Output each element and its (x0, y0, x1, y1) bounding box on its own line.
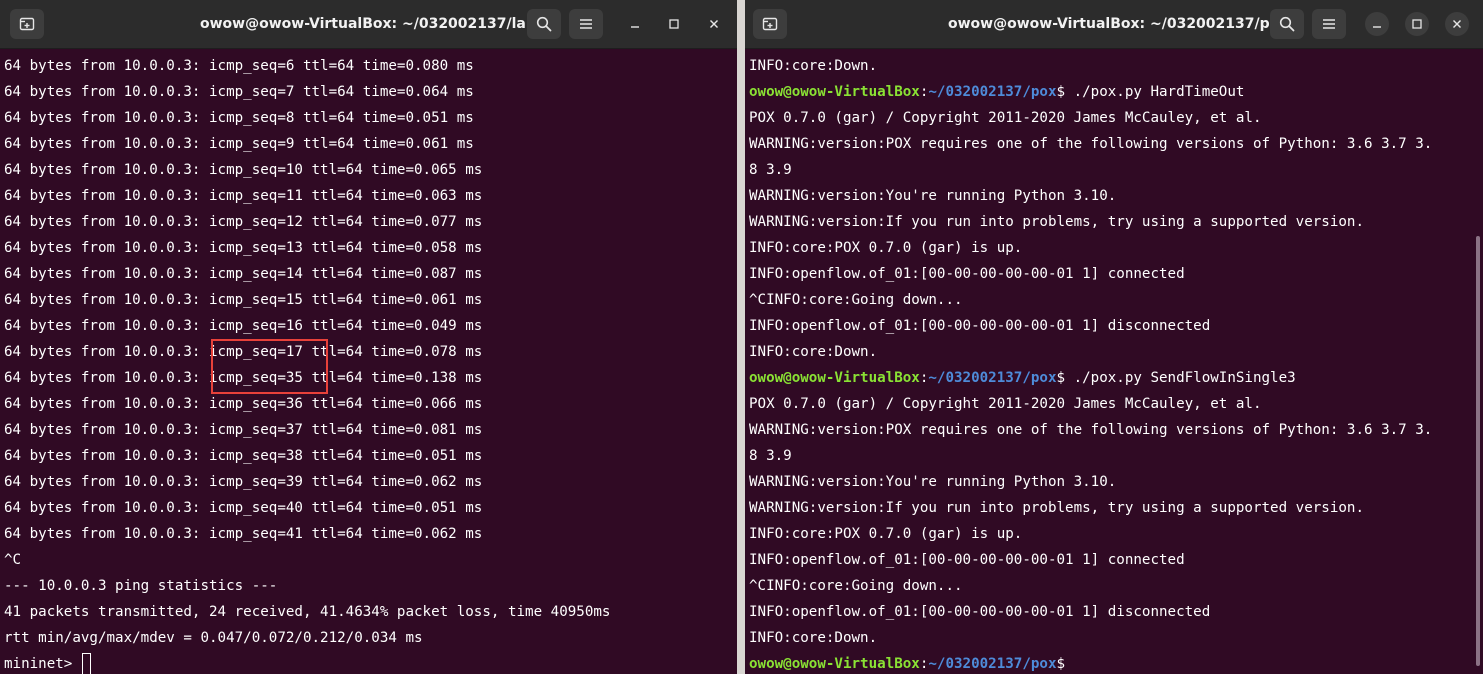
output-line: 64 bytes from 10.0.0.3: icmp_seq=13 ttl=… (4, 240, 483, 256)
maximize-button-left[interactable] (662, 12, 686, 36)
output-line: 64 bytes from 10.0.0.3: icmp_seq=10 ttl=… (4, 162, 483, 178)
output-line: INFO:openflow.of_01:[00-00-00-00-00-01 1… (749, 318, 1211, 334)
prompt-dollar: $ (1056, 656, 1066, 672)
close-button-left[interactable] (702, 12, 726, 36)
prompt-path: ~/032002137/pox (928, 656, 1057, 672)
prompt-dollar: $ (1056, 84, 1066, 100)
output-line: INFO:core:Down. (749, 630, 878, 646)
terminal-output-left[interactable]: 64 bytes from 10.0.0.3: icmp_seq=6 ttl=6… (0, 52, 737, 674)
maximize-icon (1412, 19, 1422, 29)
output-line: WARNING:version:If you run into problems… (749, 214, 1364, 230)
minimize-button-left[interactable] (623, 12, 647, 36)
prompt-user: owow@owow-VirtualBox (749, 370, 920, 386)
output-line: 64 bytes from 10.0.0.3: icmp_seq=38 ttl=… (4, 448, 483, 464)
output-line: 64 bytes from 10.0.0.3: icmp_seq=16 ttl=… (4, 318, 483, 334)
output-line: 64 bytes from 10.0.0.3: icmp_seq=40 ttl=… (4, 500, 483, 516)
close-icon (1453, 20, 1461, 28)
output-line: ^C (4, 552, 22, 568)
minimize-icon (631, 26, 639, 28)
scrollbar-thumb-right[interactable] (1476, 236, 1480, 666)
hamburger-menu-icon (1323, 19, 1335, 29)
new-tab-button-right[interactable] (753, 9, 787, 39)
prompt-user: owow@owow-VirtualBox (749, 84, 920, 100)
search-button-right[interactable] (1270, 9, 1304, 39)
output-line: 64 bytes from 10.0.0.3: icmp_seq=14 ttl=… (4, 266, 483, 282)
output-line: 8 3.9 (749, 448, 792, 464)
output-line: 64 bytes from 10.0.0.3: icmp_seq=8 ttl=6… (4, 110, 474, 126)
output-line: INFO:openflow.of_01:[00-00-00-00-00-01 1… (749, 604, 1211, 620)
prompt-path: ~/032002137/pox (928, 370, 1057, 386)
output-line: --- 10.0.0.3 ping statistics --- (4, 578, 278, 594)
search-icon (1279, 16, 1295, 32)
output-line: 64 bytes from 10.0.0.3: icmp_seq=6 ttl=6… (4, 58, 474, 74)
titlebar-left[interactable]: owow@owow-VirtualBox: ~/032002137/lab5 (0, 0, 737, 49)
window-title-right: owow@owow-VirtualBox: ~/032002137/pox (948, 16, 1289, 32)
output-line: INFO:core:Down. (749, 344, 878, 360)
output-line: WARNING:version:POX requires one of the … (749, 136, 1433, 152)
command-text: ./pox.py HardTimeOut (1065, 84, 1245, 100)
output-line: ^CINFO:core:Going down... (749, 578, 963, 594)
prompt-line: owow@owow-VirtualBox:~/032002137/pox$ (749, 651, 1065, 674)
output-line: 64 bytes from 10.0.0.3: icmp_seq=15 ttl=… (4, 292, 483, 308)
output-line: WARNING:version:You're running Python 3.… (749, 188, 1117, 204)
output-line: WARNING:version:You're running Python 3.… (749, 474, 1117, 490)
output-line: POX 0.7.0 (gar) / Copyright 2011-2020 Ja… (749, 110, 1262, 126)
output-line: INFO:core:POX 0.7.0 (gar) is up. (749, 526, 1023, 542)
prompt-line: owow@owow-VirtualBox:~/032002137/pox$ ./… (749, 79, 1244, 105)
output-line: INFO:openflow.of_01:[00-00-00-00-00-01 1… (749, 266, 1185, 282)
new-tab-button-left[interactable] (10, 9, 44, 39)
output-line: 41 packets transmitted, 24 received, 41.… (4, 604, 611, 620)
hamburger-menu-icon (580, 19, 592, 29)
output-line: 64 bytes from 10.0.0.3: icmp_seq=9 ttl=6… (4, 136, 474, 152)
mininet-prompt: mininet> (4, 656, 81, 672)
output-line: INFO:core:POX 0.7.0 (gar) is up. (749, 240, 1023, 256)
highlight-box (211, 339, 328, 394)
output-line: INFO:core:Down. (749, 58, 878, 74)
output-line: ^CINFO:core:Going down... (749, 292, 963, 308)
output-line: 64 bytes from 10.0.0.3: icmp_seq=41 ttl=… (4, 526, 483, 542)
minimize-button-right[interactable] (1365, 12, 1389, 36)
prompt-path: ~/032002137/pox (928, 84, 1057, 100)
new-tab-icon (19, 17, 35, 31)
output-line: rtt min/avg/max/mdev = 0.047/0.072/0.212… (4, 630, 423, 646)
window-title-left: owow@owow-VirtualBox: ~/032002137/lab5 (200, 16, 546, 32)
titlebar-right[interactable]: owow@owow-VirtualBox: ~/032002137/pox (745, 0, 1483, 49)
output-line: 64 bytes from 10.0.0.3: icmp_seq=37 ttl=… (4, 422, 483, 438)
output-line: 64 bytes from 10.0.0.3: icmp_seq=11 ttl=… (4, 188, 483, 204)
search-icon (536, 16, 552, 32)
text-cursor (81, 652, 91, 674)
output-line: 64 bytes from 10.0.0.3: icmp_seq=36 ttl=… (4, 396, 483, 412)
output-line: INFO:openflow.of_01:[00-00-00-00-00-01 1… (749, 552, 1185, 568)
output-line: POX 0.7.0 (gar) / Copyright 2011-2020 Ja… (749, 396, 1262, 412)
close-icon (710, 20, 718, 28)
output-line: 64 bytes from 10.0.0.3: icmp_seq=39 ttl=… (4, 474, 483, 490)
menu-button-left[interactable] (569, 9, 603, 39)
prompt-user: owow@owow-VirtualBox (749, 656, 920, 672)
maximize-icon (669, 19, 679, 29)
menu-button-right[interactable] (1312, 9, 1346, 39)
terminal-window-right[interactable]: owow@owow-VirtualBox: ~/032002137/pox IN… (745, 0, 1483, 674)
terminal-output-right[interactable]: INFO:core:Down. owow@owow-VirtualBox:~/03… (745, 52, 1483, 674)
prompt-dollar: $ (1056, 370, 1066, 386)
minimize-icon (1373, 26, 1381, 28)
prompt-line: owow@owow-VirtualBox:~/032002137/pox$ ./… (749, 365, 1296, 391)
output-line: WARNING:version:POX requires one of the … (749, 422, 1433, 438)
close-button-right[interactable] (1445, 12, 1469, 36)
mininet-prompt-line[interactable]: mininet> (4, 651, 91, 674)
search-button-left[interactable] (527, 9, 561, 39)
output-line: 64 bytes from 10.0.0.3: icmp_seq=7 ttl=6… (4, 84, 474, 100)
maximize-button-right[interactable] (1405, 12, 1429, 36)
terminal-window-left[interactable]: owow@owow-VirtualBox: ~/032002137/lab5 6… (0, 0, 737, 674)
output-line: 8 3.9 (749, 162, 792, 178)
new-tab-icon (762, 17, 778, 31)
scrollbar-right[interactable] (1475, 52, 1481, 674)
command-text: ./pox.py SendFlowInSingle3 (1065, 370, 1296, 386)
output-line: 64 bytes from 10.0.0.3: icmp_seq=12 ttl=… (4, 214, 483, 230)
output-line: WARNING:version:If you run into problems… (749, 500, 1364, 516)
